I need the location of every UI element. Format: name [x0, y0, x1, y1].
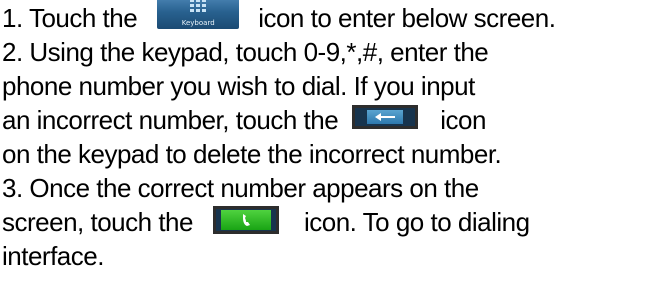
call-key-face — [220, 210, 271, 231]
keypad-grid-glyph — [190, 0, 207, 13]
left-arrow-icon — [375, 113, 396, 122]
step-2-line-1: 2. Using the keypad, touch 0-9,*,#, ente… — [2, 37, 489, 67]
step-2-text-before: an incorrect number, touch the — [2, 105, 339, 135]
backspace-icon — [352, 105, 419, 130]
backspace-key-face — [367, 110, 404, 125]
step-1-text-after: icon to enter below screen. — [258, 3, 556, 33]
keyboard-icon: Keyboard — [157, 0, 240, 30]
step-3-text-before: screen, touch the — [2, 207, 193, 237]
phone-handset-icon — [242, 214, 250, 227]
instructions: 1. Touch the Keyboard icon to enter below … — [2, 0, 645, 273]
step-3-text-after: icon. To go to dialing — [303, 207, 530, 237]
call-icon — [212, 206, 279, 235]
step-3-line-2: screen, touch the icon. To go to dialing — [2, 205, 645, 239]
step-1-text-before: 1. Touch the — [2, 3, 138, 33]
step-2-text-after: icon — [440, 105, 486, 135]
step-3-line-3: interface. — [2, 241, 104, 271]
step-2-line-3: an incorrect number, touch the icon — [2, 103, 645, 137]
step-2-line-4: on the keypad to delete the incorrect nu… — [2, 139, 502, 169]
step-2-line-2: phone number you wish to dial. If you in… — [2, 71, 475, 101]
keyboard-icon-label: Keyboard — [181, 19, 215, 28]
step-3-line-1: 3. Once the correct number appears on th… — [2, 173, 479, 203]
step-1-line-1: 1. Touch the Keyboard icon to enter below … — [2, 0, 645, 35]
